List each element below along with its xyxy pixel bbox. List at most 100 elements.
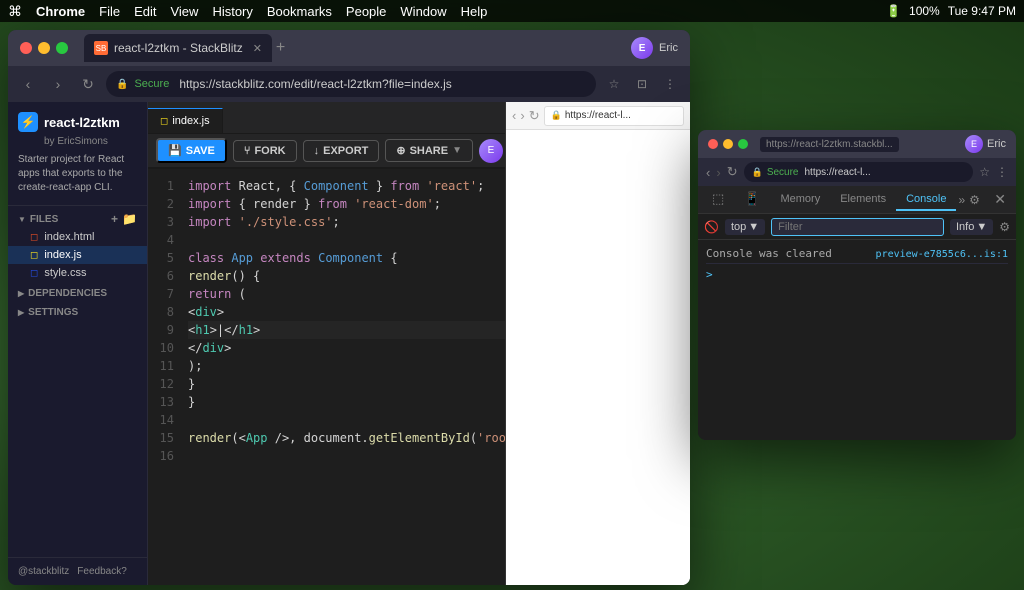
devtools-context-selector[interactable]: top ▼	[725, 219, 765, 235]
active-tab[interactable]: SB react-l2ztkm - StackBlitz ✕	[84, 34, 272, 62]
devtools-address-bar[interactable]: 🔒 Secure https://react-l...	[744, 162, 974, 182]
menu-help[interactable]: Help	[461, 4, 488, 19]
menu-view[interactable]: View	[170, 4, 198, 19]
back-button[interactable]: ‹	[16, 72, 40, 96]
titlebar-right: E Eric	[631, 37, 678, 59]
stackblitz-logo-icon: ⚡	[18, 112, 38, 132]
js-file-icon: ◻	[30, 250, 38, 261]
preview-address-bar[interactable]: 🔒 https://react-l...	[544, 106, 684, 126]
forward-button[interactable]: ›	[46, 72, 70, 96]
devtools-forward-button[interactable]: ›	[716, 165, 720, 180]
console-prompt[interactable]: >	[706, 268, 1008, 281]
fork-button[interactable]: ⑂ FORK	[233, 140, 297, 162]
preview-back-button[interactable]: ‹	[512, 108, 516, 123]
address-bar[interactable]: 🔒 Secure https://stackblitz.com/edit/rea…	[106, 71, 596, 97]
tab-label: index.js	[172, 115, 209, 127]
files-label: FILES	[30, 214, 58, 225]
export-button[interactable]: ↓ EXPORT	[303, 140, 380, 162]
devtools-tab-elements[interactable]: Elements	[830, 189, 896, 211]
devtools-panel-close-button[interactable]: ✕	[988, 191, 1012, 208]
dependencies-label: DEPENDENCIES	[28, 288, 107, 299]
menu-history[interactable]: History	[212, 4, 252, 19]
devtools-clear-button[interactable]: 🚫	[704, 220, 719, 234]
cast-button[interactable]: ⊡	[630, 72, 654, 96]
devtools-more-tabs-button[interactable]: »	[958, 193, 965, 207]
twitter-link[interactable]: @stackblitz	[18, 566, 69, 577]
devtools-star-button[interactable]: ☆	[979, 165, 990, 179]
code-area[interactable]: import React, { Component } from 'react'…	[180, 169, 505, 585]
tab-title: react-l2ztkm - StackBlitz	[114, 41, 243, 55]
share-button[interactable]: ⊕ SHARE ▼	[385, 139, 473, 162]
url-text: https://stackblitz.com/edit/react-l2ztkm…	[179, 77, 451, 91]
devtools-tab-device[interactable]: 📱	[734, 187, 770, 213]
code-content[interactable]: 1234 5678 9101112 13141516 import React,…	[148, 169, 505, 585]
menu-bookmarks[interactable]: Bookmarks	[267, 4, 332, 19]
devtools-close-button[interactable]	[708, 139, 718, 149]
project-description: Starter project for React apps that expo…	[18, 153, 137, 195]
devtools-maximize-button[interactable]	[738, 139, 748, 149]
settings-chevron: ▶	[18, 308, 24, 317]
devtools-panel: ⬚ 📱 Memory Elements Console » ⚙ ✕ 🚫 top	[698, 186, 1016, 440]
minimize-button[interactable]	[38, 42, 50, 54]
bookmark-button[interactable]: ☆	[602, 72, 626, 96]
file-item-js[interactable]: ◻ index.js	[8, 246, 147, 264]
file-item-css[interactable]: ◻ style.css	[8, 264, 147, 282]
more-button[interactable]: ⋮	[658, 72, 682, 96]
menu-file[interactable]: File	[99, 4, 120, 19]
devtools-level-selector[interactable]: Info ▼	[950, 219, 993, 235]
close-button[interactable]	[20, 42, 32, 54]
editor-tab-indexjs[interactable]: ◻ index.js	[148, 108, 223, 133]
file-name-css: style.css	[44, 267, 86, 279]
deps-chevron: ▶	[18, 289, 24, 298]
devtools-tab-memory[interactable]: Memory	[770, 189, 830, 211]
devtools-lock-icon: 🔒	[752, 167, 763, 178]
user-avatar: E	[631, 37, 653, 59]
add-file-button[interactable]: +	[111, 212, 118, 226]
save-button[interactable]: 💾 SAVE	[156, 138, 227, 163]
export-icon: ↓	[314, 145, 320, 157]
devtools-more-button[interactable]: ⋮	[996, 165, 1008, 179]
new-tab-button[interactable]: +	[276, 39, 285, 57]
preview-lock-icon: 🔒	[551, 110, 562, 121]
devtools-filter-settings-button[interactable]: ⚙	[999, 220, 1010, 234]
files-section[interactable]: ▼ FILES + 📁	[8, 206, 147, 228]
apple-icon[interactable]: ⌘	[8, 3, 22, 20]
devtools-tab-console[interactable]: Console	[896, 189, 956, 211]
code-line-16	[188, 447, 505, 465]
code-line-6: render() {	[188, 267, 505, 285]
devtools-settings-button[interactable]: ⚙	[969, 193, 980, 207]
preview-refresh-button[interactable]: ↻	[529, 108, 540, 124]
devtools-traffic-lights	[708, 139, 748, 149]
devtools-tab-inspect[interactable]: ⬚	[702, 187, 734, 213]
feedback-link[interactable]: Feedback?	[77, 566, 126, 577]
devtools-page-tab[interactable]: https://react-l2ztkm.stackbl...	[760, 137, 899, 152]
menu-people[interactable]: People	[346, 4, 386, 19]
code-line-5: class App extends Component {	[188, 249, 505, 267]
settings-label: SETTINGS	[28, 307, 78, 318]
devtools-filter-row: 🚫 top ▼ Info ▼ ⚙	[698, 214, 1016, 240]
settings-section[interactable]: ▶ SETTINGS	[8, 301, 147, 320]
devtools-titlebar-right: E Eric	[965, 135, 1006, 153]
dependencies-section[interactable]: ▶ DEPENDENCIES	[8, 282, 147, 301]
menu-window[interactable]: Window	[400, 4, 446, 19]
devtools-back-button[interactable]: ‹	[706, 165, 710, 180]
menu-edit[interactable]: Edit	[134, 4, 156, 19]
console-cleared-line: Console was cleared preview-e7855c6...is…	[706, 244, 1008, 264]
maximize-button[interactable]	[56, 42, 68, 54]
file-name-js: index.js	[44, 249, 81, 261]
menu-bar: ⌘ Chrome File Edit View History Bookmark…	[0, 0, 1024, 22]
devtools-refresh-button[interactable]: ↻	[727, 164, 738, 180]
code-line-7: return (	[188, 285, 505, 303]
context-chevron: ▼	[748, 221, 759, 233]
refresh-button[interactable]: ↻	[76, 72, 100, 96]
stackblitz-sidebar: ⚡ react-l2ztkm by EricSimons Starter pro…	[8, 102, 148, 585]
tab-close-button[interactable]: ✕	[253, 42, 262, 55]
add-folder-button[interactable]: 📁	[122, 212, 137, 226]
menu-chrome[interactable]: Chrome	[36, 4, 85, 19]
devtools-filter-input[interactable]	[771, 218, 944, 236]
file-item-html[interactable]: ◻ index.html	[8, 228, 147, 246]
console-source[interactable]: preview-e7855c6...is:1	[876, 249, 1008, 260]
editor-area: ⚡ react-l2ztkm by EricSimons Starter pro…	[8, 102, 690, 585]
devtools-minimize-button[interactable]	[723, 139, 733, 149]
preview-forward-button[interactable]: ›	[520, 108, 524, 123]
